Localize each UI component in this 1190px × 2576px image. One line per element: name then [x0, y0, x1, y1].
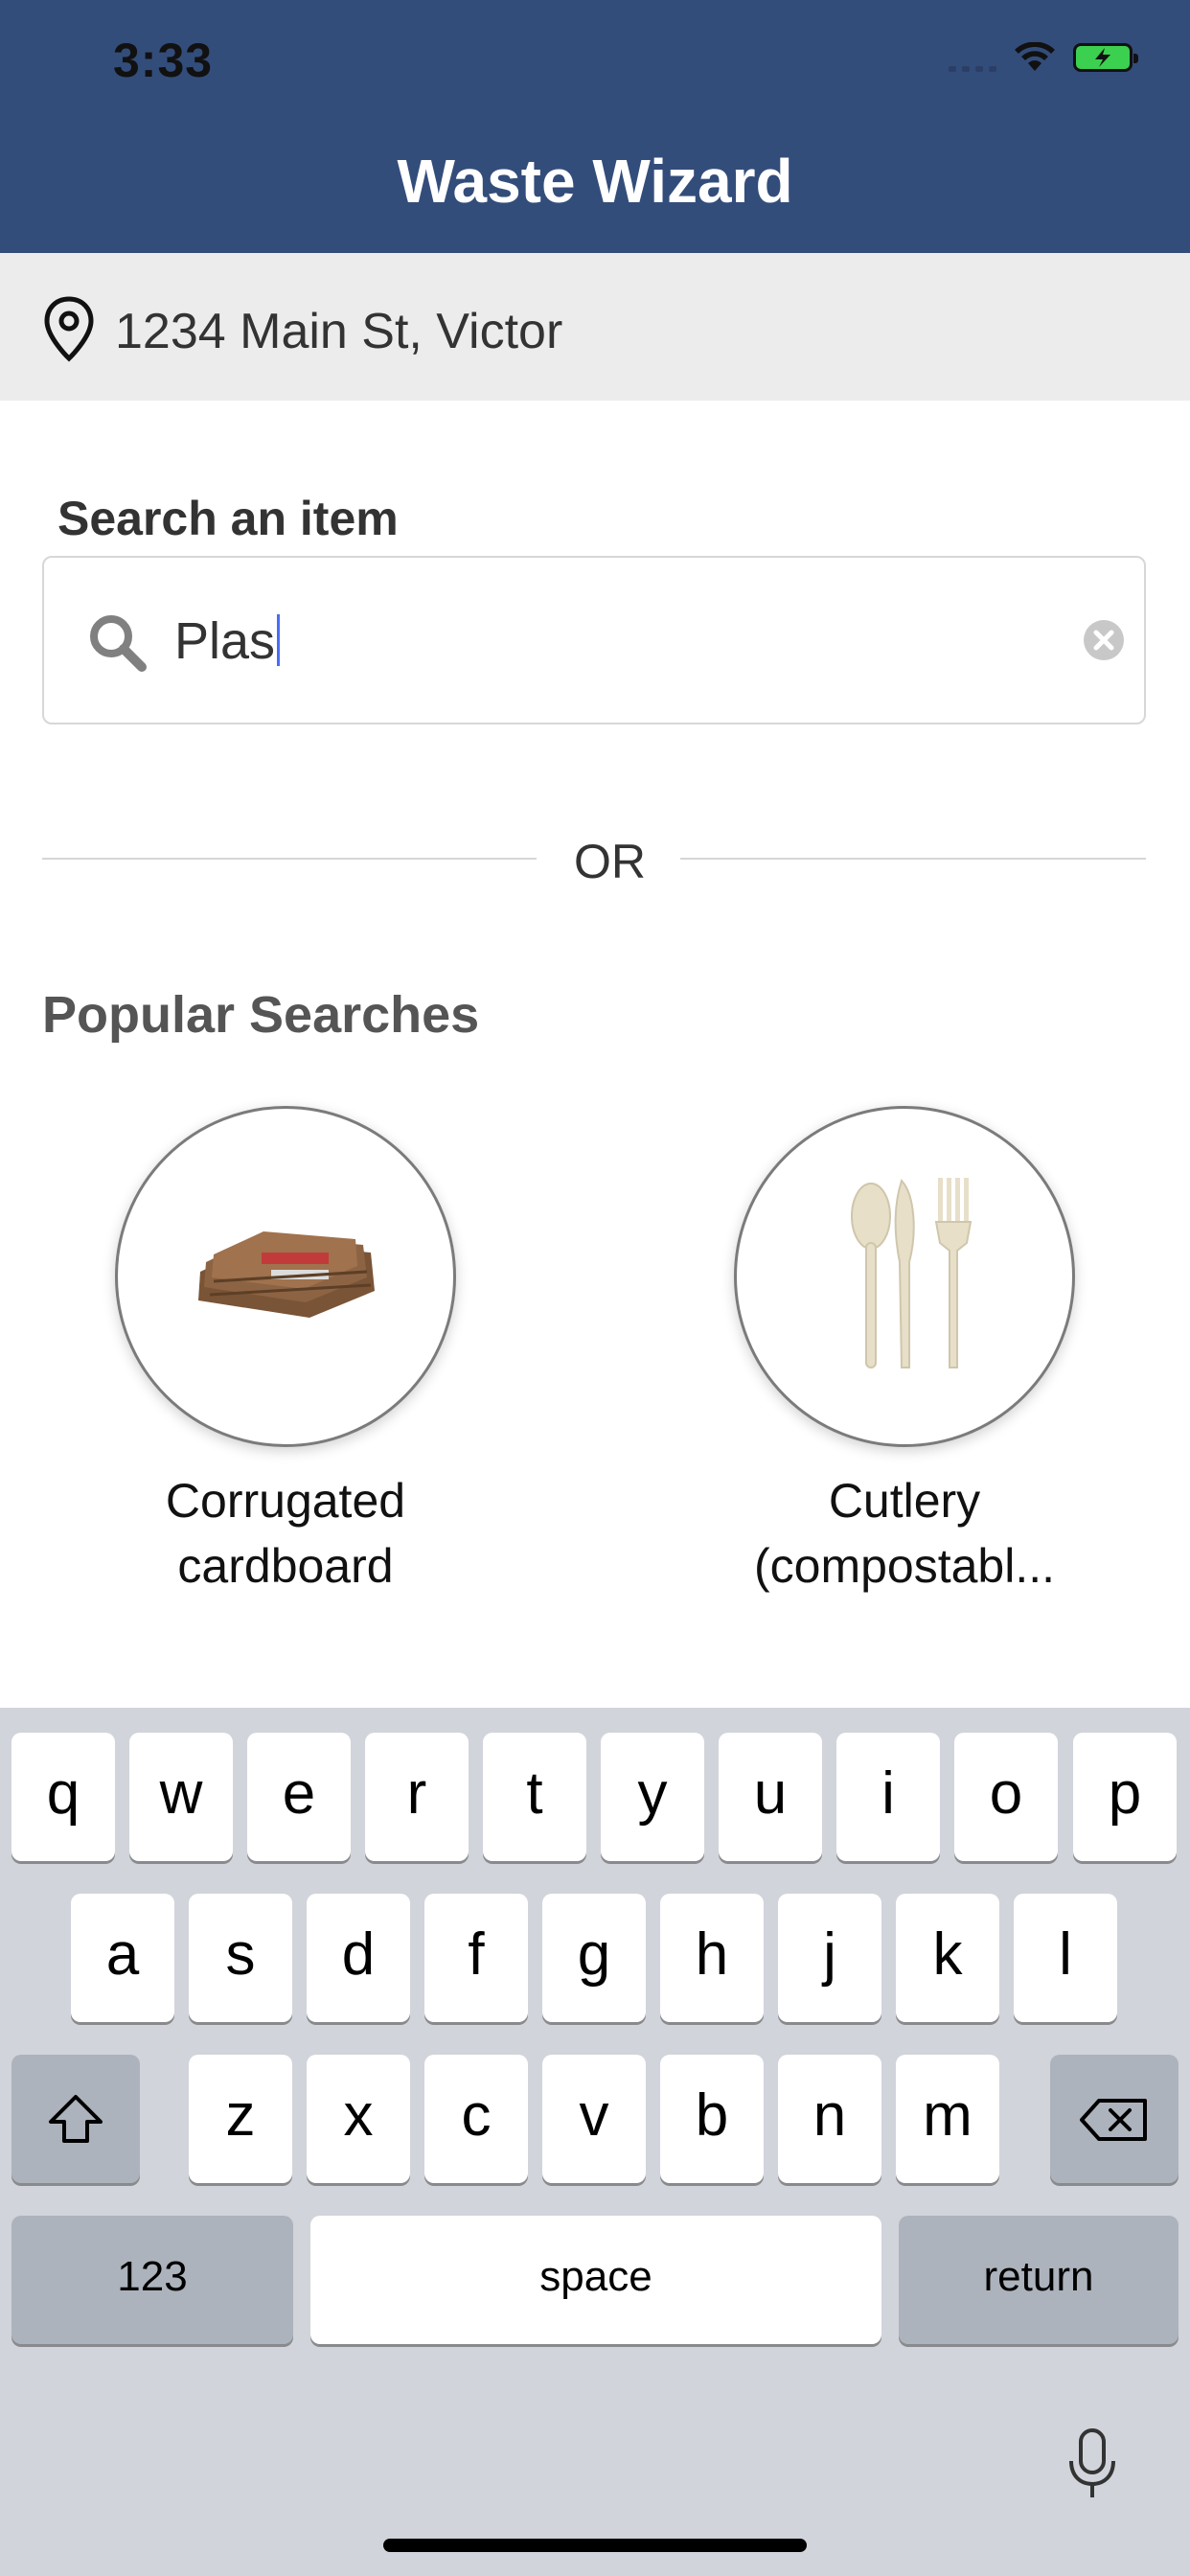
key-v[interactable]: v — [542, 2055, 646, 2183]
return-key[interactable]: return — [899, 2216, 1179, 2344]
key-t[interactable]: t — [483, 1733, 586, 1861]
or-label: OR — [574, 835, 646, 888]
key-z[interactable]: z — [189, 2055, 292, 2183]
divider-line-right — [680, 858, 1146, 860]
cutlery-image — [734, 1106, 1075, 1447]
search-label: Search an item — [57, 492, 399, 545]
home-indicator[interactable] — [383, 2539, 807, 2552]
app-title: Waste Wizard — [397, 147, 793, 216]
popular-item-label-line1: Corrugated — [165, 1474, 406, 1528]
cellular-signal-icon — [949, 43, 996, 72]
status-bar: 3:33 — [0, 0, 1190, 123]
key-j[interactable]: j — [778, 1894, 881, 2022]
popular-item-cutlery[interactable]: Cutlery (compostabl... — [703, 1106, 1106, 1598]
key-h[interactable]: h — [660, 1894, 764, 2022]
app-header: Waste Wizard — [0, 123, 1190, 253]
shift-key[interactable] — [11, 2055, 140, 2183]
or-divider: OR — [42, 834, 1146, 888]
key-e[interactable]: e — [247, 1733, 351, 1861]
numbers-key[interactable]: 123 — [11, 2216, 293, 2344]
onscreen-keyboard: q w e r t y u i o p a s d f g h j k l z … — [0, 1708, 1190, 2576]
popular-item-label: Cutlery (compostabl... — [703, 1468, 1106, 1598]
space-key[interactable]: space — [310, 2216, 881, 2344]
key-f[interactable]: f — [424, 1894, 528, 2022]
location-bar[interactable]: 1234 Main St, Victor — [0, 253, 1190, 401]
key-i[interactable]: i — [836, 1733, 940, 1861]
search-input[interactable]: Plas — [42, 556, 1146, 724]
key-p[interactable]: p — [1073, 1733, 1177, 1861]
location-address: 1234 Main St, Victor — [115, 304, 563, 359]
search-input-value: Plas — [174, 611, 281, 671]
key-x[interactable]: x — [307, 2055, 410, 2183]
key-b[interactable]: b — [660, 2055, 764, 2183]
popular-item-label-line2: (compostabl... — [753, 1539, 1055, 1593]
key-g[interactable]: g — [542, 1894, 646, 2022]
popular-item-label: Corrugated cardboard — [84, 1468, 487, 1598]
key-a[interactable]: a — [71, 1894, 174, 2022]
key-q[interactable]: q — [11, 1733, 115, 1861]
key-k[interactable]: k — [896, 1894, 999, 2022]
search-icon — [90, 615, 147, 672]
key-r[interactable]: r — [365, 1733, 469, 1861]
wifi-icon — [1015, 42, 1055, 71]
key-m[interactable]: m — [896, 2055, 999, 2183]
clear-icon[interactable] — [1083, 619, 1125, 661]
key-l[interactable]: l — [1014, 1894, 1117, 2022]
popular-item-label-line1: Cutlery — [828, 1474, 981, 1528]
cardboard-image — [115, 1106, 456, 1447]
backspace-icon — [1080, 2099, 1147, 2141]
backspace-key[interactable] — [1050, 2055, 1179, 2183]
key-y[interactable]: y — [601, 1733, 704, 1861]
popular-searches-title: Popular Searches — [42, 986, 480, 1044]
status-time: 3:33 — [113, 34, 214, 87]
location-pin-icon — [44, 296, 94, 362]
divider-line-left — [42, 858, 537, 860]
search-input-text: Plas — [174, 612, 276, 670]
shift-icon — [49, 2095, 103, 2143]
text-cursor — [277, 614, 281, 666]
battery-icon — [1073, 43, 1138, 72]
key-u[interactable]: u — [719, 1733, 822, 1861]
popular-item-cardboard[interactable]: Corrugated cardboard — [84, 1106, 487, 1598]
key-s[interactable]: s — [189, 1894, 292, 2022]
key-o[interactable]: o — [954, 1733, 1058, 1861]
key-w[interactable]: w — [129, 1733, 233, 1861]
key-n[interactable]: n — [778, 2055, 881, 2183]
microphone-icon[interactable] — [1064, 2426, 1121, 2503]
key-c[interactable]: c — [424, 2055, 528, 2183]
key-d[interactable]: d — [307, 1894, 410, 2022]
popular-item-label-line2: cardboard — [177, 1539, 394, 1593]
status-icons — [949, 42, 1138, 73]
